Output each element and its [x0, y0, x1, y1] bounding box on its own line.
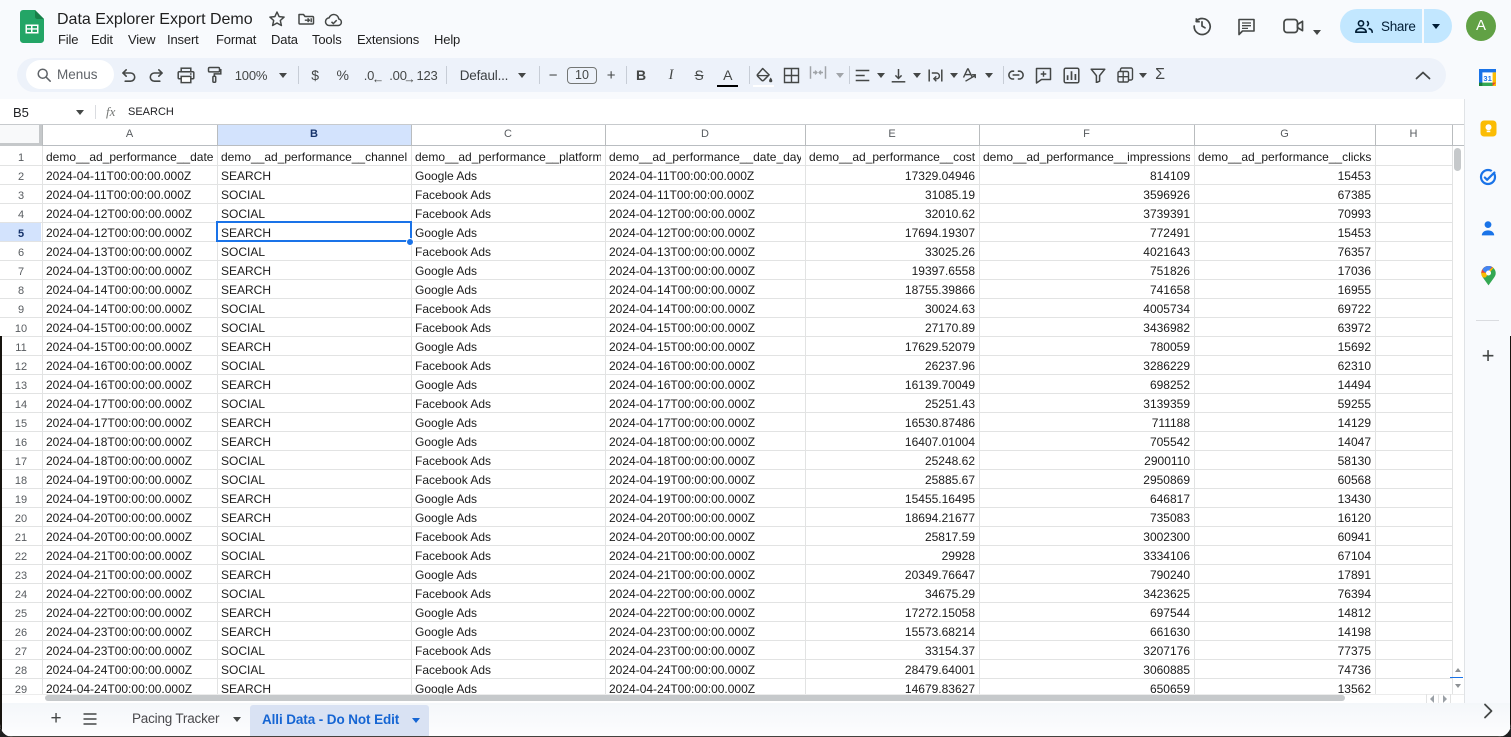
svg-text:31: 31: [1483, 74, 1492, 83]
